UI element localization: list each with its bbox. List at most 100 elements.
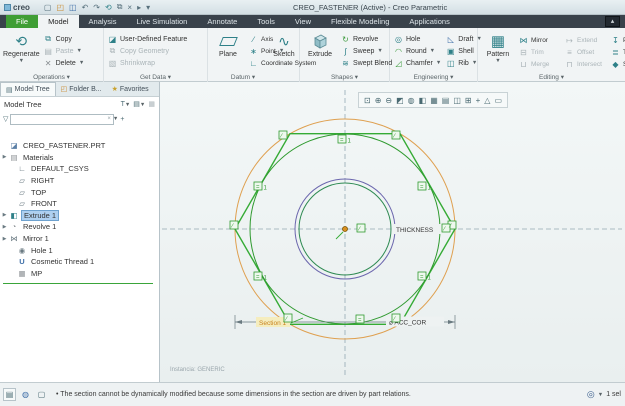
panel-tab-favorites[interactable]: ★ Favorites bbox=[107, 82, 154, 96]
datum-display-icon[interactable]: ▦ bbox=[430, 96, 438, 105]
regenerate-button[interactable]: ⟲ Regenerate ▼ bbox=[3, 30, 40, 72]
browser-globe-icon[interactable]: ◍ bbox=[19, 388, 32, 401]
merge-button[interactable]: ⊔ Merge bbox=[518, 58, 564, 70]
thicken-button[interactable]: ≣Thicken bbox=[610, 46, 625, 58]
tree-item-part[interactable]: ◪ CREO_FASTENER.PRT bbox=[0, 140, 159, 152]
orientation-mode-icon[interactable]: △ bbox=[484, 96, 490, 105]
expand-arrow-icon[interactable]: ▶ bbox=[0, 224, 9, 230]
offset-button[interactable]: ≡ Offset bbox=[564, 46, 610, 58]
group-label-operations[interactable]: Operations ▾ bbox=[0, 73, 103, 81]
new-file-icon[interactable]: ▢ bbox=[44, 3, 52, 12]
play-icon[interactable]: ▸ bbox=[137, 3, 141, 12]
tree-item-front-plane[interactable]: ▱ FRONT bbox=[0, 198, 159, 210]
sketch-canvas[interactable]: ⌀ ACC_COR Section 1 THICKNESS ∕ ∕ ∕ ∕ ∕ … bbox=[160, 82, 625, 382]
open-file-icon[interactable]: ◰ bbox=[56, 3, 64, 12]
repaint-icon[interactable]: ◩ bbox=[396, 96, 404, 105]
graphics-area[interactable]: ⌀ ACC_COR Section 1 THICKNESS ∕ ∕ ∕ ∕ ∕ … bbox=[160, 82, 625, 382]
project-button[interactable]: ↧Project bbox=[610, 34, 625, 46]
close-window-icon[interactable]: × bbox=[127, 3, 132, 12]
tree-item-top-plane[interactable]: ▱ TOP bbox=[0, 186, 159, 198]
tab-flexible-modeling[interactable]: Flexible Modeling bbox=[321, 15, 399, 28]
regenerate-caret-icon[interactable]: ▼ bbox=[19, 58, 24, 64]
insert-here-separator[interactable] bbox=[3, 283, 153, 285]
more-commands-icon[interactable]: ▾ bbox=[146, 3, 150, 12]
tree-search-input[interactable] bbox=[10, 113, 115, 125]
tab-tools[interactable]: Tools bbox=[247, 15, 285, 28]
filter-funnel-icon[interactable]: ▽ bbox=[3, 115, 8, 123]
sketch-button[interactable]: ∿ Sketch bbox=[267, 30, 301, 59]
copy-geometry-button[interactable]: ⧉ Copy Geometry bbox=[107, 45, 188, 57]
tab-applications[interactable]: Applications bbox=[399, 15, 459, 28]
extrude-button[interactable]: Extrude bbox=[303, 30, 337, 72]
tree-item-materials[interactable]: ▶ ▤ Materials bbox=[0, 152, 159, 164]
clear-search-icon[interactable]: × bbox=[107, 116, 111, 122]
expand-arrow-icon[interactable]: ▶ bbox=[0, 212, 9, 218]
view-manager-icon[interactable]: ◫ bbox=[453, 96, 461, 105]
tree-item-hole-1[interactable]: ◉ Hole 1 bbox=[0, 244, 159, 256]
round-button[interactable]: ◠ Round ▼ bbox=[393, 45, 442, 57]
expand-arrow-icon[interactable]: ▶ bbox=[0, 154, 9, 160]
zoom-in-icon[interactable]: ⊕ bbox=[375, 96, 382, 105]
paste-button[interactable]: ▤ Paste ▼ bbox=[43, 45, 86, 57]
thickness-dimension[interactable]: THICKNESS bbox=[394, 224, 442, 234]
tree-item-default-csys[interactable]: ∟ DEFAULT_CSYS bbox=[0, 163, 159, 175]
revolve-button[interactable]: ↻ Revolve bbox=[340, 33, 393, 45]
tree-columns-icon[interactable]: ▤▼ bbox=[133, 100, 145, 108]
minimize-ribbon-icon[interactable]: ▴ bbox=[605, 16, 620, 27]
refit-icon[interactable]: ⊡ bbox=[364, 96, 371, 105]
group-label-editing[interactable]: Editing ▾ bbox=[478, 73, 625, 81]
tab-live-simulation[interactable]: Live Simulation bbox=[126, 15, 197, 28]
tab-annotate[interactable]: Annotate bbox=[197, 15, 247, 28]
sweep-button[interactable]: ∫ Sweep ▼ bbox=[340, 45, 393, 57]
toggle-model-tree-icon[interactable]: ▤ bbox=[3, 388, 16, 401]
tree-item-cosmetic-thread-1[interactable]: U Cosmetic Thread 1 bbox=[0, 256, 159, 268]
copy-button[interactable]: ⧉ Copy bbox=[43, 33, 86, 45]
panel-tab-model-tree[interactable]: ▤ Model Tree bbox=[0, 82, 56, 96]
tab-file[interactable]: File bbox=[6, 15, 39, 28]
find-caret-icon[interactable]: ▼ bbox=[598, 392, 603, 398]
tree-item-mirror-1[interactable]: ▶ ⋈ Mirror 1 bbox=[0, 233, 159, 245]
tree-item-right-plane[interactable]: ▱ RIGHT bbox=[0, 175, 159, 187]
window-fit-icon[interactable]: ▭ bbox=[494, 96, 502, 105]
tree-options-icon[interactable]: ▦ bbox=[148, 100, 155, 108]
panel-tab-folder-browser[interactable]: ◰ Folder B... bbox=[56, 82, 107, 96]
shrinkwrap-button[interactable]: ▧ Shrinkwrap bbox=[107, 57, 188, 69]
undo-icon[interactable]: ↶ bbox=[82, 3, 89, 12]
blank-toggle-icon[interactable]: ▢ bbox=[35, 388, 48, 401]
add-filter-icon[interactable]: + bbox=[120, 116, 124, 123]
tab-model[interactable]: Model bbox=[38, 15, 79, 28]
tree-item-mp[interactable]: ▦ MP bbox=[0, 268, 159, 280]
window-switch-icon[interactable]: ⧉ bbox=[117, 2, 123, 12]
trim-button[interactable]: ⊟ Trim bbox=[518, 46, 564, 58]
chamfer-button[interactable]: ◿ Chamfer ▼ bbox=[393, 57, 442, 69]
extend-button[interactable]: ↦ Extend bbox=[564, 34, 610, 46]
shaded-view-icon[interactable]: ◍ bbox=[408, 96, 415, 105]
section-label[interactable]: Section 1 bbox=[259, 320, 286, 327]
tab-analysis[interactable]: Analysis bbox=[79, 15, 127, 28]
pattern-caret-icon[interactable]: ▼ bbox=[495, 58, 500, 64]
save-icon[interactable]: ◫ bbox=[69, 3, 77, 12]
user-defined-feature-button[interactable]: ◪ User-Defined Feature bbox=[107, 33, 188, 45]
saved-orientations-icon[interactable]: ▤ bbox=[442, 96, 450, 105]
spin-center-icon[interactable]: + bbox=[476, 96, 481, 105]
tab-view[interactable]: View bbox=[285, 15, 321, 28]
swept-blend-button[interactable]: ≋ Swept Blend bbox=[340, 57, 393, 69]
regenerate-quick-icon[interactable]: ⟲ bbox=[105, 3, 112, 12]
sketch-center-point[interactable] bbox=[342, 226, 348, 232]
annotation-display-icon[interactable]: ⊞ bbox=[465, 96, 472, 105]
search-caret-icon[interactable]: ▼ bbox=[113, 116, 118, 122]
tree-item-extrude-1[interactable]: ▶ ◧ Extrude 1 bbox=[0, 209, 159, 222]
hole-button[interactable]: ◎ Hole bbox=[393, 33, 442, 45]
redo-icon[interactable]: ↷ bbox=[93, 3, 100, 12]
group-label-engineering[interactable]: Engineering ▾ bbox=[390, 73, 477, 81]
mirror-button[interactable]: ⋈ Mirror bbox=[518, 34, 564, 46]
tree-filters-icon[interactable]: T▼ bbox=[121, 101, 131, 108]
group-label-datum[interactable]: Datum ▾ bbox=[208, 73, 278, 81]
plane-button[interactable]: Plane bbox=[211, 30, 245, 72]
pattern-button[interactable]: ▦ Pattern ▼ bbox=[481, 30, 515, 72]
find-icon[interactable]: ◎ bbox=[587, 389, 595, 400]
tree-item-revolve-1[interactable]: ▶ ◔ Revolve 1 bbox=[0, 221, 159, 233]
group-label-get-data[interactable]: Get Data ▾ bbox=[104, 73, 207, 81]
zoom-out-icon[interactable]: ⊖ bbox=[385, 96, 392, 105]
delete-button[interactable]: ✕ Delete ▼ bbox=[43, 57, 86, 69]
